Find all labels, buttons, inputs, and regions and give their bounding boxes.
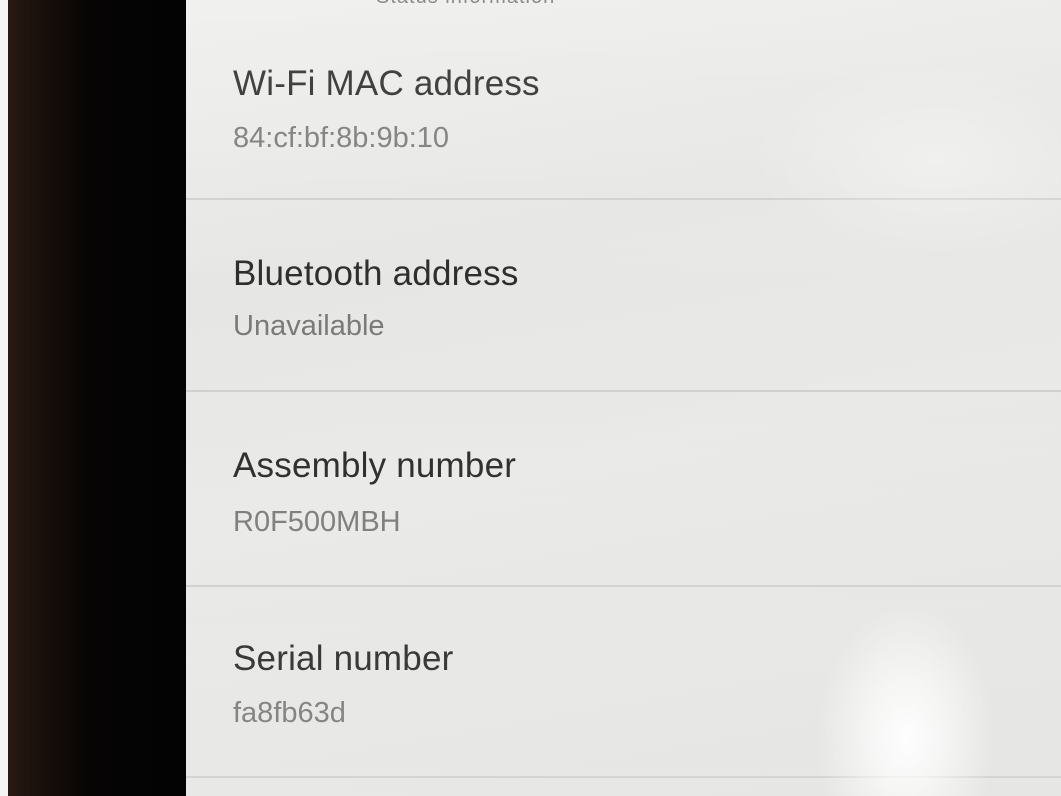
- list-item-wifi-mac[interactable]: Wi-Fi MAC address 84:cf:bf:8b:9b:10: [186, 8, 1061, 198]
- list-item-assembly-number[interactable]: Assembly number R0F500MBH: [186, 392, 1061, 582]
- item-title: Serial number: [233, 639, 454, 678]
- item-value: fa8fb63d: [233, 697, 346, 729]
- bezel-edge: [0, 0, 8, 796]
- item-value: Unavailable: [233, 310, 385, 342]
- item-value: 84:cf:bf:8b:9b:10: [233, 122, 450, 154]
- device-photo: Status information Wi-Fi MAC address 84:…: [0, 0, 1061, 796]
- list-item-serial-number[interactable]: Serial number fa8fb63d: [186, 587, 1061, 777]
- item-title: Wi-Fi MAC address: [233, 64, 540, 103]
- item-title: Bluetooth address: [233, 254, 519, 293]
- divider: [186, 776, 1061, 778]
- settings-screen: Status information Wi-Fi MAC address 84:…: [186, 0, 1061, 796]
- list-item-bluetooth-address[interactable]: Bluetooth address Unavailable: [186, 200, 1061, 390]
- item-value: R0F500MBH: [233, 506, 401, 538]
- item-title: Assembly number: [233, 446, 517, 485]
- top-cut-off-row: Status information: [186, 0, 1061, 8]
- top-partial-text: Status information: [376, 0, 555, 8]
